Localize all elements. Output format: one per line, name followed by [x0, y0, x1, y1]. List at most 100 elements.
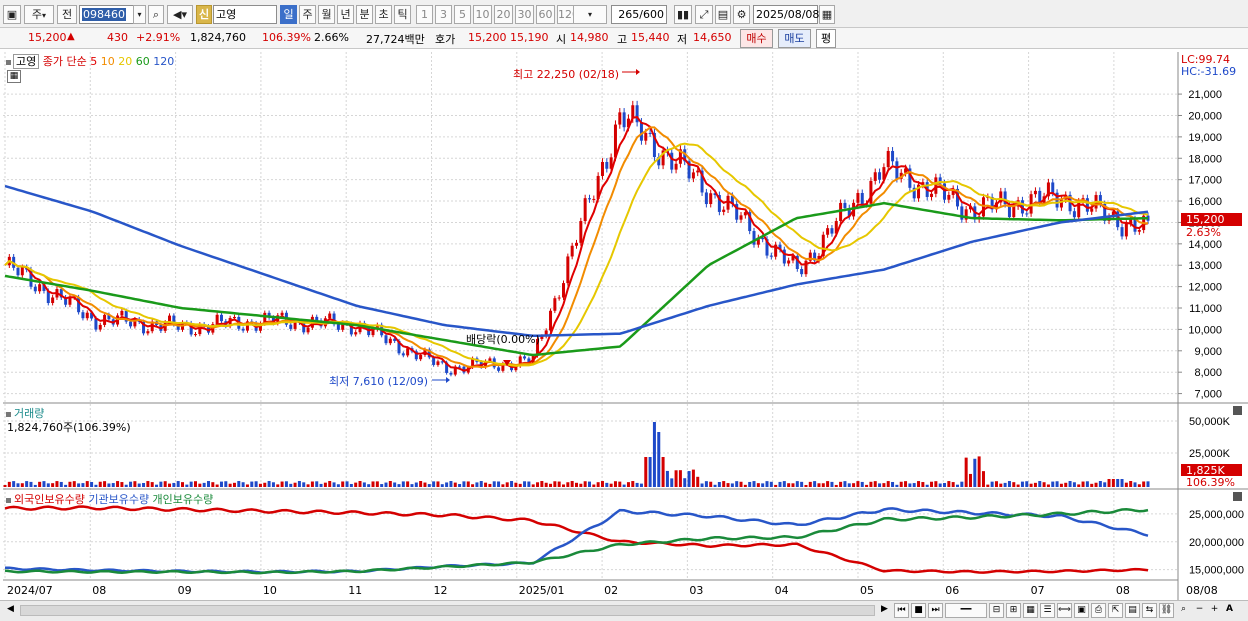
zoom-out-icon[interactable]: −	[1192, 603, 1207, 618]
scroll-right-icon[interactable]: ▶	[877, 603, 892, 618]
zoom-search-icon[interactable]: ⌕	[1176, 603, 1191, 618]
speaker-icon[interactable]: ◀▾	[167, 5, 193, 24]
search-icon[interactable]: ⌕	[148, 5, 164, 24]
open-label: 시	[556, 33, 567, 46]
volume-bar	[471, 484, 475, 487]
volume-bar	[241, 482, 245, 487]
volume-bar	[813, 481, 817, 487]
volume-bar	[665, 470, 669, 487]
image-icon[interactable]: ▣	[1074, 603, 1089, 618]
table-icon[interactable]: ▤	[1125, 603, 1140, 618]
chart-area[interactable]: 21,000 20,000 19,000 18,000 17,000 16,000 15,0…	[0, 50, 1248, 600]
candle-body	[241, 328, 245, 331]
link-icon[interactable]: ⛓	[1159, 603, 1174, 618]
prev-button[interactable]: 전	[57, 5, 77, 24]
interval-button[interactable]: 5	[454, 5, 471, 24]
avg-button[interactable]: 평	[816, 29, 836, 48]
close-icon[interactable]	[1233, 406, 1242, 415]
volume-bar	[1055, 481, 1059, 487]
volume-bar	[990, 481, 994, 487]
sell-button[interactable]: 매도	[778, 29, 811, 48]
candle-body	[644, 132, 648, 141]
market-select[interactable]: 주▾	[24, 5, 54, 24]
grid-toggle-icon[interactable]: ▦	[7, 70, 21, 83]
font-size-icon[interactable]: A	[1222, 603, 1237, 618]
period-tab[interactable]: 월	[318, 5, 335, 24]
period-slider[interactable]: ━━	[945, 603, 987, 618]
volume-bar	[1020, 481, 1024, 487]
save-icon[interactable]: ▤	[715, 5, 731, 24]
interval-button[interactable]: 30	[515, 5, 534, 24]
period-tab[interactable]: 분	[356, 5, 373, 24]
volume-bar	[401, 481, 405, 487]
date-field[interactable]: 2025/08/08	[753, 5, 819, 24]
candle-body	[566, 256, 570, 284]
count-field[interactable]: 265/600	[611, 5, 667, 24]
stock-name-field[interactable]: 고영	[213, 5, 277, 24]
y-tick-label: 18,000	[1188, 153, 1222, 165]
volume-bar	[644, 457, 648, 487]
volume-bar	[553, 481, 557, 487]
scroll-track[interactable]	[20, 605, 875, 616]
volume-bar	[743, 484, 747, 487]
interval-button[interactable]: 1	[416, 5, 433, 24]
grid-icon[interactable]: ▦	[1023, 603, 1038, 618]
volume-bar	[1107, 479, 1111, 487]
zoom-in-icon[interactable]: +	[1207, 603, 1222, 618]
code-input[interactable]: 098460	[79, 5, 134, 24]
current-price-tag: 15,200	[1186, 213, 1225, 226]
gear-icon[interactable]: ⚙	[733, 5, 750, 24]
interval-button[interactable]: 3	[435, 5, 452, 24]
volume-bar	[1072, 482, 1076, 487]
buy-button[interactable]: 매수	[740, 29, 773, 48]
share-icon[interactable]: ⇆	[1142, 603, 1157, 618]
x-tick-label: 2024/07	[7, 584, 53, 597]
volume-bar	[938, 483, 942, 487]
stop-icon[interactable]: ■	[911, 603, 926, 618]
volume-bar	[7, 481, 11, 487]
interval-button[interactable]: 60	[536, 5, 555, 24]
candle-body	[497, 367, 501, 371]
first-icon[interactable]: ⏮	[894, 603, 909, 618]
fit-icon[interactable]: ⊟	[989, 603, 1004, 618]
candle-body	[1120, 227, 1124, 237]
volume-bar	[1085, 481, 1089, 487]
volume-bar	[761, 483, 765, 487]
next-icon[interactable]: ⏭	[928, 603, 943, 618]
holding-legend-item: 기관보유수량	[84, 493, 150, 506]
chart-menu-icon[interactable]: ▣	[3, 5, 21, 24]
volume-bar	[596, 482, 600, 487]
period-tab[interactable]: 주	[299, 5, 316, 24]
period-tab[interactable]: 초	[375, 5, 392, 24]
period-tab[interactable]: 일	[280, 5, 297, 24]
volume-bar	[795, 481, 799, 487]
volume-bar	[908, 483, 912, 487]
candle-body	[826, 228, 830, 235]
volume-bar	[704, 481, 708, 487]
scroll-left-icon[interactable]: ◀	[3, 603, 18, 618]
volume-bar	[622, 484, 626, 487]
period-tab[interactable]: 틱	[394, 5, 411, 24]
export-icon[interactable]: ⇱	[1108, 603, 1123, 618]
calendar-icon[interactable]: ▦	[819, 5, 835, 24]
volume-bar	[16, 483, 20, 487]
interval-button[interactable]: 20	[494, 5, 513, 24]
count-max: /600	[639, 8, 664, 21]
volume-bar	[804, 484, 808, 487]
code-dropdown-icon[interactable]: ▾	[133, 5, 146, 24]
interval-dropdown[interactable]: ▾	[573, 5, 607, 24]
split-icon[interactable]: ⊞	[1006, 603, 1021, 618]
interval-button[interactable]: 10	[473, 5, 492, 24]
measure-icon[interactable]: ⟺	[1057, 603, 1072, 618]
close-icon[interactable]	[1233, 492, 1242, 501]
bid-label: 호가	[435, 33, 456, 46]
period-tab[interactable]: 년	[337, 5, 354, 24]
volume-bar	[700, 483, 704, 487]
compare-icon[interactable]: ⤢	[695, 5, 713, 24]
print-icon[interactable]: ⎙	[1091, 603, 1106, 618]
chart-type-icon[interactable]: ▮▮	[674, 5, 692, 24]
list-icon[interactable]: ☰	[1040, 603, 1055, 618]
candle-body	[553, 298, 557, 311]
candle-body	[215, 314, 219, 325]
volume-bar	[25, 481, 29, 487]
